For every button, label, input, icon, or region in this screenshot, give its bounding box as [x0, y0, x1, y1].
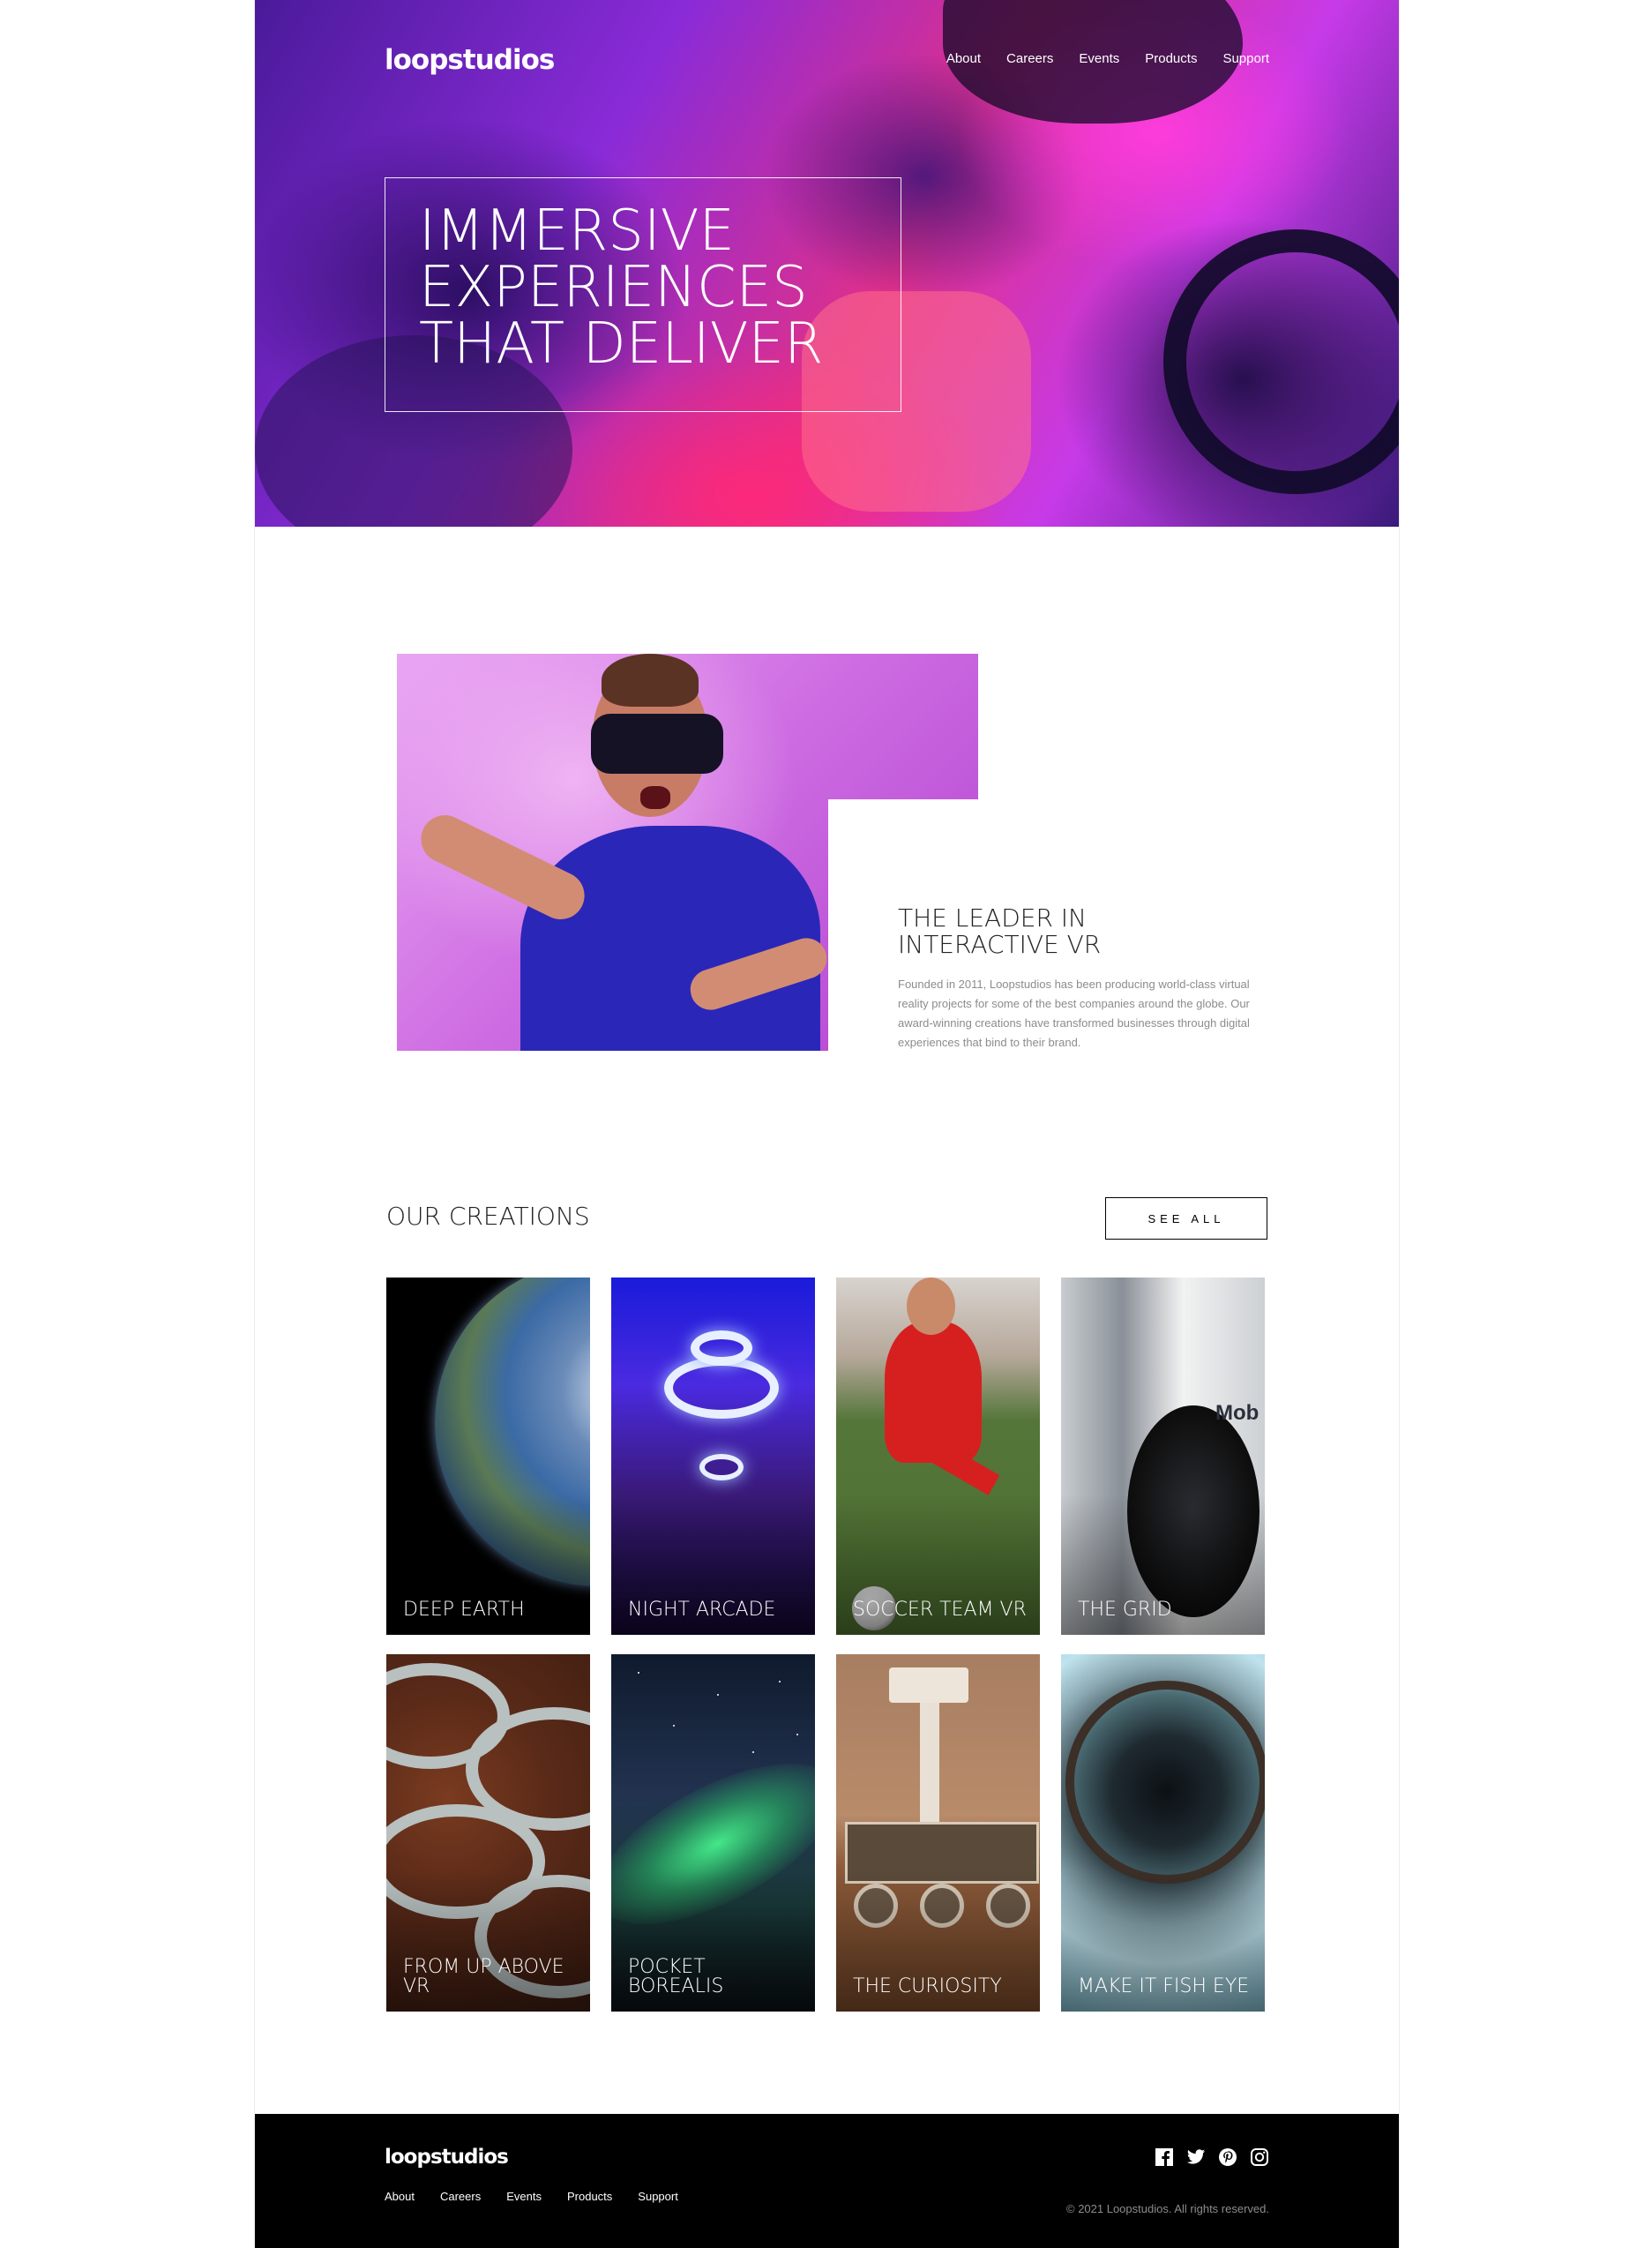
see-all-button[interactable]: SEE ALL	[1105, 1197, 1267, 1240]
footer: loopstudios About Careers Events Product…	[255, 2114, 1399, 2248]
creation-card-label: FROM UP ABOVE VR	[403, 1956, 564, 1997]
hero-title-line-1: IMMERSIVE	[419, 199, 735, 264]
footer-nav-products[interactable]: Products	[567, 2190, 612, 2203]
about-image-vr-headset	[591, 714, 723, 774]
star	[717, 1694, 719, 1696]
race-car-sponsor-text: Mob	[1215, 1401, 1260, 1425]
copyright-text: © 2021 Loopstudios. All rights reserved.	[1066, 2202, 1269, 2215]
arcade-ring-image	[664, 1357, 779, 1419]
nav-careers[interactable]: Careers	[1006, 51, 1053, 66]
creation-card-label: NIGHT ARCADE	[628, 1599, 776, 1621]
hero-steering-wheel-shape	[1163, 229, 1399, 494]
footer-nav-careers[interactable]: Careers	[440, 2190, 481, 2203]
rover-camera-image	[889, 1667, 968, 1703]
about-image-person-mouth	[640, 786, 670, 809]
about-image-person-body	[520, 826, 820, 1051]
creation-card-night-arcade[interactable]: NIGHT ARCADE	[611, 1278, 815, 1635]
star	[796, 1734, 798, 1735]
about-image-person-hair	[602, 654, 699, 707]
creation-card-pocket-borealis[interactable]: POCKET BOREALIS	[611, 1654, 815, 2012]
footer-logo[interactable]: loopstudios	[385, 2146, 509, 2169]
about-title: THE LEADER IN INTERACTIVE VR	[898, 905, 1268, 958]
star	[673, 1725, 675, 1727]
twitter-icon[interactable]	[1186, 2147, 1206, 2167]
creation-card-deep-earth[interactable]: DEEP EARTH	[386, 1278, 590, 1635]
creation-card-label: DEEP EARTH	[403, 1599, 525, 1621]
instagram-icon[interactable]	[1250, 2147, 1269, 2167]
social-links	[1155, 2147, 1269, 2167]
page: loopstudios About Careers Events Product…	[255, 0, 1399, 2248]
header-nav: About Careers Events Products Support	[946, 51, 1269, 66]
footer-nav-about[interactable]: About	[385, 2190, 415, 2203]
creation-card-label: POCKET BOREALIS	[628, 1956, 724, 1997]
pinterest-icon[interactable]	[1218, 2147, 1237, 2167]
hero-title-line-2: EXPERIENCES	[419, 255, 808, 320]
facebook-icon[interactable]	[1155, 2147, 1174, 2167]
hero-title: IMMERSIVE EXPERIENCES THAT DELIVER	[419, 203, 867, 372]
creation-card-the-curiosity[interactable]: THE CURIOSITY	[836, 1654, 1040, 2012]
hero-title-box: IMMERSIVE EXPERIENCES THAT DELIVER	[385, 177, 901, 412]
star	[779, 1681, 781, 1682]
star	[638, 1672, 639, 1674]
creations-title: OUR CREATIONS	[386, 1202, 590, 1231]
hero-section: loopstudios About Careers Events Product…	[255, 0, 1399, 527]
footer-nav: About Careers Events Products Support	[385, 2190, 678, 2203]
header-logo[interactable]: loopstudios	[385, 44, 555, 76]
creation-card-the-grid[interactable]: Mob THE GRID	[1061, 1278, 1265, 1635]
about-title-line-1: THE LEADER IN	[898, 903, 1088, 933]
creation-card-make-it-fish-eye[interactable]: MAKE IT FISH EYE	[1061, 1654, 1265, 2012]
about-text: THE LEADER IN INTERACTIVE VR Founded in …	[898, 905, 1268, 1053]
page-edge-right	[1399, 0, 1400, 2248]
nav-support[interactable]: Support	[1222, 51, 1269, 66]
fish-eye-image	[1065, 1681, 1265, 1884]
creation-card-label: MAKE IT FISH EYE	[1078, 1975, 1250, 1997]
creation-card-label: THE CURIOSITY	[853, 1975, 1002, 1997]
creation-card-label: SOCCER TEAM VR	[853, 1599, 1027, 1621]
creation-card-soccer-team-vr[interactable]: SOCCER TEAM VR	[836, 1278, 1040, 1635]
about-title-line-2: INTERACTIVE VR	[898, 930, 1102, 959]
arcade-ring-image	[699, 1454, 744, 1480]
creation-card-from-up-above-vr[interactable]: FROM UP ABOVE VR	[386, 1654, 590, 2012]
about-body: Founded in 2011, Loopstudios has been pr…	[898, 978, 1250, 1049]
nav-about[interactable]: About	[946, 51, 981, 66]
hero-title-line-3: THAT DELIVER	[419, 311, 824, 377]
creation-card-label: THE GRID	[1078, 1599, 1172, 1621]
footer-nav-support[interactable]: Support	[638, 2190, 678, 2203]
nav-products[interactable]: Products	[1145, 51, 1197, 66]
arcade-ring-image	[691, 1330, 752, 1366]
nav-events[interactable]: Events	[1079, 51, 1119, 66]
soccer-player-head-image	[907, 1278, 955, 1335]
footer-nav-events[interactable]: Events	[506, 2190, 542, 2203]
star	[752, 1751, 754, 1753]
